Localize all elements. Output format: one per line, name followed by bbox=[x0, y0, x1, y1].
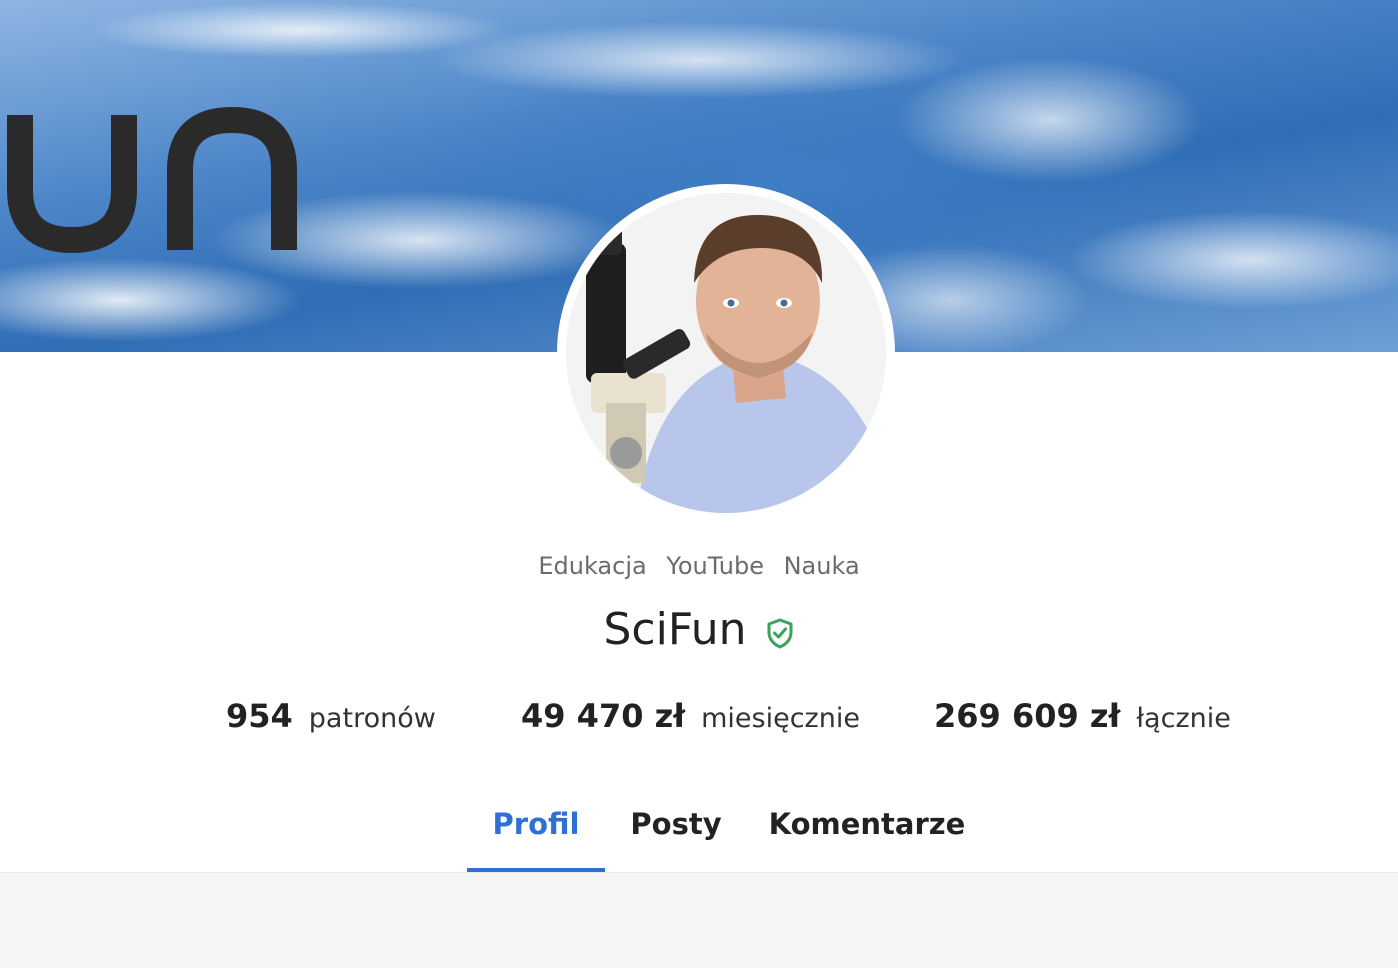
shield-check-icon bbox=[767, 618, 793, 648]
tag-nauka[interactable]: Nauka bbox=[784, 552, 860, 580]
stat-monthly-value: 49 470 zł bbox=[521, 697, 686, 735]
content-area bbox=[0, 872, 1398, 968]
stat-total: 269 609 zł łącznie bbox=[934, 697, 1231, 735]
tab-posty[interactable]: Posty bbox=[620, 800, 732, 872]
stat-patrons-value: 954 bbox=[226, 697, 293, 735]
avatar-image bbox=[566, 193, 886, 513]
tab-posty-label: Posty bbox=[630, 807, 722, 841]
profile-name-row: SciFun bbox=[0, 604, 1398, 655]
stat-total-value: 269 609 zł bbox=[934, 697, 1121, 735]
profile-tags: Edukacja YouTube Nauka bbox=[0, 552, 1398, 580]
banner-logo bbox=[7, 106, 297, 254]
profile-avatar bbox=[557, 184, 895, 522]
profile-name: SciFun bbox=[603, 604, 747, 655]
stat-patrons-label: patronów bbox=[308, 703, 436, 734]
stat-patrons: 954 patronów bbox=[226, 697, 436, 735]
stat-total-label: łącznie bbox=[1136, 703, 1231, 734]
stat-monthly-label: miesięcznie bbox=[701, 703, 860, 734]
tag-youtube[interactable]: YouTube bbox=[666, 552, 764, 580]
tab-profil[interactable]: Profil bbox=[467, 800, 605, 872]
tab-komentarze[interactable]: Komentarze bbox=[762, 800, 972, 872]
tag-edukacja[interactable]: Edukacja bbox=[538, 552, 646, 580]
tab-komentarze-label: Komentarze bbox=[768, 807, 966, 841]
tab-profil-label: Profil bbox=[492, 807, 580, 841]
stat-monthly: 49 470 zł miesięcznie bbox=[521, 697, 860, 735]
profile-tabs: Profil Posty Komentarze bbox=[0, 800, 1398, 872]
